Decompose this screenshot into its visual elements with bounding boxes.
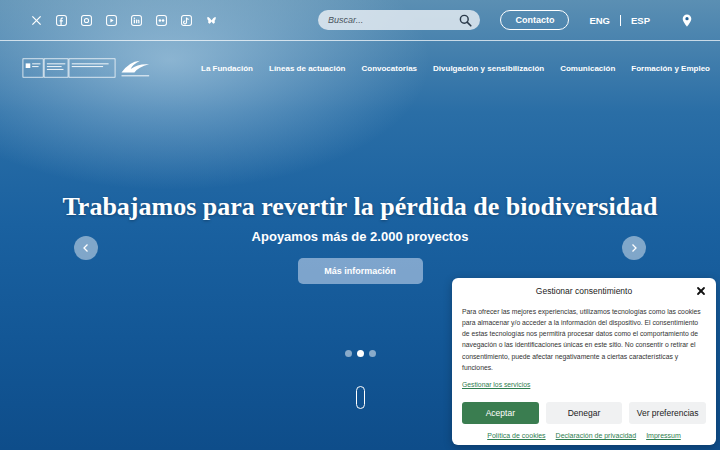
contact-button[interactable]: Contacto: [500, 10, 569, 30]
flickr-icon[interactable]: [156, 15, 167, 26]
linkedin-icon[interactable]: [131, 15, 142, 26]
nav-item[interactable]: Convocatorias: [361, 64, 417, 73]
scroll-mouse-icon[interactable]: [356, 386, 365, 409]
x-icon[interactable]: [31, 15, 42, 26]
previous-slide-button[interactable]: [74, 236, 98, 260]
home-page: Buscar... Contacto ENGESP La Fundación Línea…: [0, 0, 720, 450]
magnifier-icon[interactable]: [459, 14, 472, 27]
main-nav: La Fundación Líneas de actuación Convocato…: [0, 41, 720, 85]
slide-dot[interactable]: [369, 350, 376, 357]
chevron-left-icon: [81, 243, 91, 253]
tiktok-icon[interactable]: [181, 15, 192, 26]
header-tools: Contacto ENGESP: [500, 10, 692, 30]
bluesky-icon[interactable]: [206, 15, 217, 26]
slide-dots: [345, 350, 376, 357]
cookie-button[interactable]: Aceptar: [462, 402, 539, 424]
nav-item[interactable]: Formación y Empleo: [631, 64, 710, 73]
language-option[interactable]: ENG: [579, 15, 620, 26]
cookie-links: Política de cookies Declaración de privac…: [462, 432, 706, 439]
nav-item[interactable]: Divulgación y sensibilización: [433, 64, 544, 73]
instagram-icon[interactable]: [81, 15, 92, 26]
facebook-icon[interactable]: [56, 15, 67, 26]
nav-item[interactable]: Líneas de actuación: [269, 64, 345, 73]
language-option[interactable]: ESP: [620, 15, 660, 26]
youtube-icon[interactable]: [106, 15, 117, 26]
policy-link[interactable]: Declaración de privacidad: [556, 432, 637, 439]
cookie-button[interactable]: Ver preferencias: [629, 402, 706, 424]
location-pin-icon[interactable]: [682, 14, 692, 27]
cookie-buttons: Aceptar Denegar Ver preferencias: [462, 402, 706, 424]
slide-dot[interactable]: [357, 350, 364, 357]
nav-items: La Fundación Líneas de actuación Convocato…: [201, 64, 710, 73]
policy-link[interactable]: Impressum: [646, 432, 681, 439]
hero-title: Trabajamos para revertir la pérdida de b…: [62, 192, 657, 222]
cookie-dialog-text: Para ofrecer las mejores experiencias, u…: [462, 306, 706, 373]
slide-dot[interactable]: [345, 350, 352, 357]
search-placeholder: Buscar...: [328, 15, 363, 25]
nav-item[interactable]: Comunicación: [560, 64, 615, 73]
manage-services-link[interactable]: Gestionar los servicios: [462, 381, 530, 388]
foundation-logo-icon[interactable]: [22, 55, 151, 81]
top-bar: Buscar... Contacto ENGESP: [0, 0, 720, 41]
chevron-right-icon: [629, 243, 639, 253]
cookie-dialog-title: Gestionar consentimiento: [536, 286, 632, 296]
policy-link[interactable]: Política de cookies: [487, 432, 545, 439]
hero-subtitle: Apoyamos más de 2.000 proyectos: [252, 229, 469, 244]
search-field[interactable]: Buscar...: [318, 10, 480, 30]
nav-item[interactable]: La Fundación: [201, 64, 253, 73]
language-switch: ENGESP: [579, 15, 660, 26]
cookie-dialog: Gestionar consentimiento Para ofrecer las…: [452, 278, 716, 445]
social-links: [31, 15, 221, 26]
close-icon[interactable]: [696, 286, 706, 296]
more-info-button[interactable]: Más información: [298, 258, 423, 284]
next-slide-button[interactable]: [622, 236, 646, 260]
cookie-button[interactable]: Denegar: [546, 402, 623, 424]
